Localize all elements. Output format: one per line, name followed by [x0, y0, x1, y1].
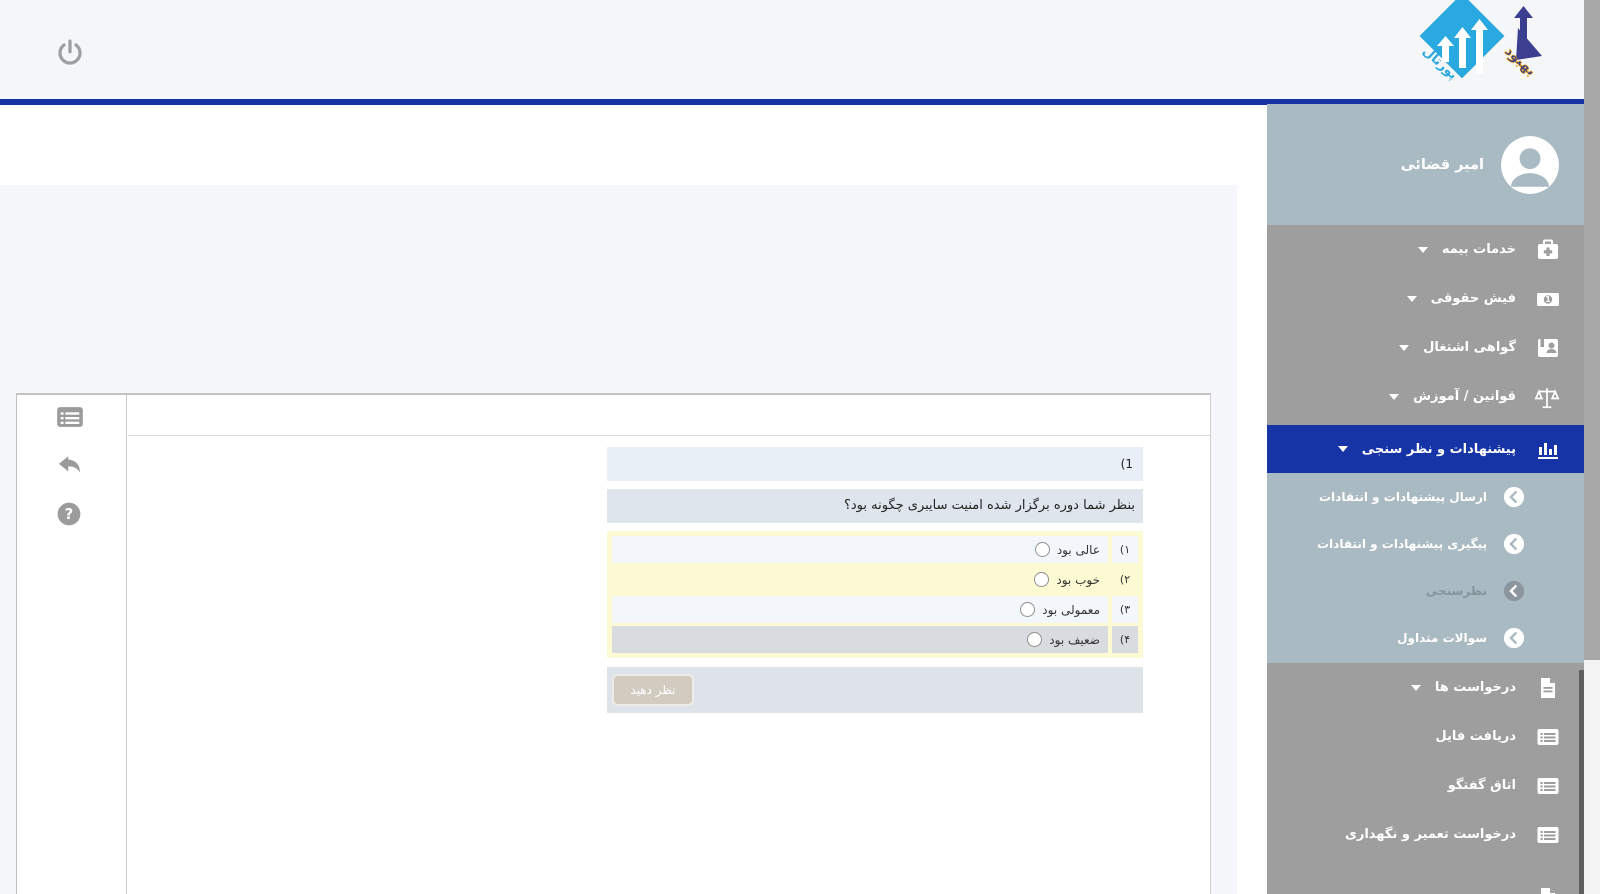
- survey-card: ? 1) بنظر شما دوره برگزار شده امنیت سایب…: [16, 393, 1211, 894]
- sidebar-item-chat-room[interactable]: اتاق گفتگو: [1267, 761, 1584, 810]
- card-toolbar: ?: [17, 395, 127, 894]
- option-row: ۱) عالی بود: [612, 536, 1138, 563]
- submit-row: نظر دهید: [607, 667, 1143, 713]
- submenu-item-label: ارسال پیشنهادات و انتقادات: [1319, 490, 1487, 504]
- list-icon: [1536, 774, 1560, 798]
- question-number: 1): [1121, 457, 1133, 471]
- medkit-icon: [1536, 238, 1560, 262]
- page-scrollbar-thumb[interactable]: [1584, 0, 1600, 660]
- svg-text:1: 1: [1545, 295, 1550, 304]
- chevron-circle-left-icon: [1503, 486, 1525, 508]
- sidebar-item-employment-certificate[interactable]: گواهی اشتغال: [1267, 323, 1584, 372]
- option-number: ۱): [1112, 536, 1138, 563]
- content-background: ? 1) بنظر شما دوره برگزار شده امنیت سایب…: [0, 185, 1237, 894]
- question-number-row: 1): [607, 447, 1143, 481]
- avatar: [1501, 136, 1559, 194]
- option-row: ۲) خوب بود: [612, 566, 1138, 593]
- sidebar: امیر قضائی خدمات بیمه 1 فیش حقوقی گواهی …: [1267, 104, 1584, 894]
- chevron-down-icon: [1399, 345, 1409, 351]
- option-number: ۴): [1112, 626, 1138, 653]
- chevron-down-icon: [1407, 296, 1417, 302]
- option-label: خوب بود: [1056, 573, 1100, 587]
- sidebar-item-partial[interactable]: [1267, 873, 1584, 894]
- page-scrollbar-track[interactable]: [1584, 0, 1600, 894]
- radio-option-3[interactable]: [1020, 602, 1035, 617]
- option-number: ۳): [1112, 596, 1138, 623]
- sidebar-item-label: درخواست تعمیر و نگهداری: [1345, 827, 1516, 842]
- submenu-item-send-suggestions[interactable]: ارسال پیشنهادات و انتقادات: [1267, 473, 1584, 520]
- suggestions-submenu: ارسال پیشنهادات و انتقادات پیگیری پیشنها…: [1267, 473, 1584, 663]
- option-row: ۴) ضعیف بود: [612, 626, 1138, 653]
- submenu-item-label: سوالات متداول: [1397, 631, 1487, 645]
- sidebar-item-payslip[interactable]: 1 فیش حقوقی: [1267, 274, 1584, 323]
- list-icon: [1536, 823, 1560, 847]
- question-text: بنظر شما دوره برگزار شده امنیت سایبری چگ…: [844, 498, 1135, 513]
- user-profile: امیر قضائی: [1267, 104, 1584, 225]
- behboud-portal-logo: پورتال بهبود: [1408, 0, 1558, 100]
- sidebar-item-label: فیش حقوقی: [1431, 291, 1516, 306]
- sidebar-item-label: گواهی اشتغال: [1423, 340, 1516, 355]
- document-icon: [1536, 886, 1560, 894]
- sidebar-item-label: پیشنهادات و نظر سنجی: [1362, 442, 1516, 457]
- breadcrumb-band: پیشنهادات پیگیری پیشنهاد و انتقاد لیست: [0, 105, 1237, 185]
- sidebar-item-download-file[interactable]: دریافت فایل: [1267, 712, 1584, 761]
- submenu-item-label: پیگیری پیشنهادات و انتقادات: [1317, 537, 1487, 551]
- sidebar-item-insurance-services[interactable]: خدمات بیمه: [1267, 225, 1584, 274]
- bar-chart-icon: [1536, 437, 1560, 461]
- form-list-icon[interactable]: [56, 403, 84, 431]
- document-icon: [1536, 676, 1560, 700]
- question-row: بنظر شما دوره برگزار شده امنیت سایبری چگ…: [607, 489, 1143, 523]
- option-label: عالی بود: [1057, 543, 1100, 557]
- sidebar-item-label: قوانین / آموزش: [1413, 389, 1516, 404]
- radio-option-2[interactable]: [1034, 572, 1049, 587]
- list-icon: [1536, 725, 1560, 749]
- radio-option-1[interactable]: [1035, 542, 1050, 557]
- id-card-icon: [1536, 336, 1560, 360]
- submenu-item-faq[interactable]: سوالات متداول: [1267, 614, 1584, 661]
- option-label: ضعیف بود: [1049, 633, 1100, 647]
- svg-text:?: ?: [65, 506, 73, 523]
- sidebar-item-label: دریافت فایل: [1435, 729, 1516, 744]
- sidebar-item-maintenance-request[interactable]: درخواست تعمیر و نگهداری: [1267, 810, 1584, 859]
- help-icon[interactable]: ?: [56, 501, 84, 529]
- sidebar-item-suggestions-survey[interactable]: پیشنهادات و نظر سنجی: [1267, 425, 1584, 473]
- scales-icon: [1536, 385, 1560, 409]
- submenu-item-label: نظرسنجی: [1426, 584, 1487, 598]
- sidebar-item-laws-training[interactable]: قوانین / آموزش: [1267, 372, 1584, 421]
- chevron-down-icon: [1389, 394, 1399, 400]
- chevron-circle-left-icon: [1503, 580, 1525, 602]
- radio-option-4[interactable]: [1027, 632, 1042, 647]
- page: پورتال بهبود پیشنهادات پیگیری پیشنهاد و …: [0, 0, 1600, 894]
- chevron-down-icon: [1411, 685, 1421, 691]
- option-row: ۳) معمولی بود: [612, 596, 1138, 623]
- undo-arrow-icon[interactable]: [56, 451, 84, 479]
- submenu-item-followup-suggestions[interactable]: پیگیری پیشنهادات و انتقادات: [1267, 520, 1584, 567]
- sidebar-item-label: خدمات بیمه: [1442, 242, 1516, 257]
- chevron-down-icon: [1338, 446, 1348, 452]
- option-label-cell[interactable]: معمولی بود: [612, 596, 1108, 623]
- user-name: امیر قضائی: [1401, 157, 1484, 173]
- chevron-circle-left-icon: [1503, 627, 1525, 649]
- sidebar-item-label: درخواست ها: [1435, 680, 1516, 695]
- chevron-down-icon: [1418, 247, 1428, 253]
- sidebar-item-label: اتاق گفتگو: [1448, 778, 1516, 793]
- option-label: معمولی بود: [1042, 603, 1100, 617]
- top-header: پورتال بهبود: [0, 0, 1600, 99]
- submenu-item-survey[interactable]: نظرسنجی: [1267, 567, 1584, 614]
- sidebar-item-requests[interactable]: درخواست ها: [1267, 663, 1584, 712]
- chevron-circle-left-icon: [1503, 533, 1525, 555]
- power-icon[interactable]: [55, 38, 85, 68]
- option-label-cell[interactable]: ضعیف بود: [612, 626, 1108, 653]
- options-container: ۱) عالی بود ۲) خوب بود ۳) م: [607, 531, 1143, 658]
- option-label-cell[interactable]: خوب بود: [612, 566, 1108, 593]
- money-icon: 1: [1536, 287, 1560, 311]
- option-number: ۲): [1112, 566, 1138, 593]
- option-label-cell[interactable]: عالی بود: [612, 536, 1108, 563]
- card-header-strip: [128, 395, 1210, 436]
- submit-vote-button[interactable]: نظر دهید: [612, 674, 694, 706]
